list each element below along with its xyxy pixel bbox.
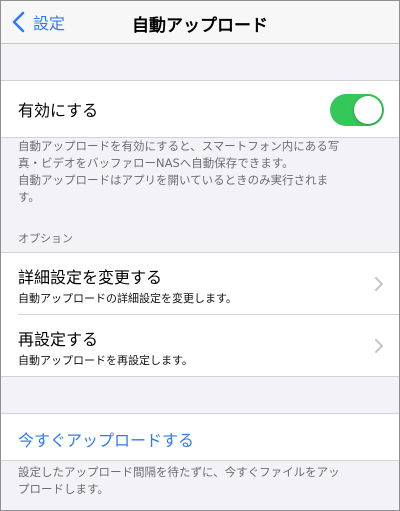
toggle-knob xyxy=(354,96,382,124)
advanced-settings-title: 詳細設定を変更する xyxy=(18,268,163,287)
upload-now-footnote: 設定したアップロード間隔を待たずに、今すぐファイルをアッ プロードします。 xyxy=(18,464,388,498)
reconfigure-row[interactable]: 再設定する 自動アップロードを再設定します。 xyxy=(1,315,399,376)
enable-footnote: 自動アップロードを有効にすると、スマートフォン内にある写 真・ビデオをバッファロ… xyxy=(18,138,388,206)
chevron-right-icon xyxy=(373,337,385,355)
upload-now-footnote-line: 設定したアップロード間隔を待たずに、今すぐファイルをアッ xyxy=(18,465,340,479)
enable-footnote-line: 自動アップロードを有効にすると、スマートフォン内にある写 xyxy=(18,139,340,153)
upload-now-row[interactable]: 今すぐアップロードする xyxy=(1,413,399,461)
enable-toggle[interactable] xyxy=(330,94,384,126)
page-title: 自動アップロード xyxy=(132,16,268,36)
enable-footnote-line: 真・ビデオをバッファローNASへ自動保存できます。 xyxy=(18,156,294,170)
upload-now-footnote-line: プロードします。 xyxy=(18,482,109,496)
enable-footnote-line: 自動アップロードはアプリを開いているときのみ実行されま xyxy=(18,173,329,187)
options-group: 詳細設定を変更する 自動アップロードの詳細設定を変更します。 再設定する 自動ア… xyxy=(1,252,399,377)
advanced-settings-row[interactable]: 詳細設定を変更する 自動アップロードの詳細設定を変更します。 xyxy=(1,253,399,314)
chevron-right-icon xyxy=(373,275,385,293)
screen: 設定 自動アップロード 有効にする 自動アップロードを有効にすると、スマートフォ… xyxy=(0,0,400,511)
advanced-settings-subtitle: 自動アップロードの詳細設定を変更します。 xyxy=(18,292,237,305)
reconfigure-subtitle: 自動アップロードを再設定します。 xyxy=(18,354,193,367)
upload-now-button[interactable]: 今すぐアップロードする xyxy=(18,427,194,451)
enable-label: 有効にする xyxy=(18,101,99,120)
reconfigure-title: 再設定する xyxy=(18,330,99,349)
options-section-header: オプション xyxy=(18,232,73,245)
enable-footnote-line: す。 xyxy=(18,190,40,204)
enable-row: 有効にする xyxy=(1,80,399,138)
navigation-bar: 設定 自動アップロード xyxy=(1,1,399,44)
